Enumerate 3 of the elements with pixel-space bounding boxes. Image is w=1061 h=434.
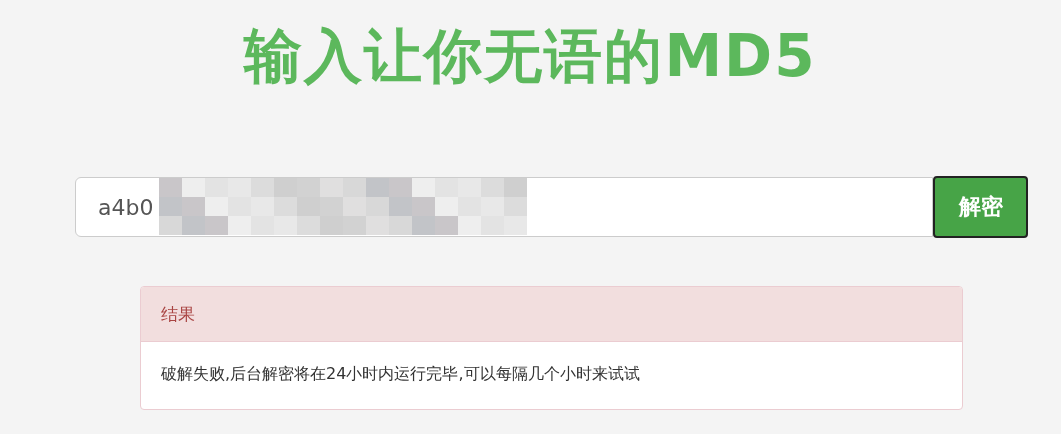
panel-heading: 结果 [141,287,962,342]
page-title: 输入让你无语的MD5 [244,21,817,92]
result-message: 破解失败,后台解密将在24小时内运行完毕,可以每隔几个小时来试试 [160,363,641,385]
